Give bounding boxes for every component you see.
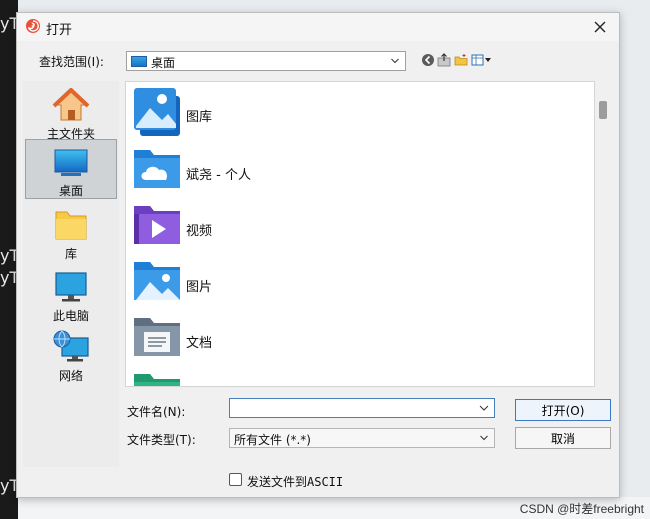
back-icon[interactable]: [421, 53, 435, 67]
desktop-icon: [54, 149, 88, 176]
file-type-label: 文件类型(T):: [127, 433, 196, 447]
file-list-scrollbar[interactable]: [595, 81, 611, 387]
file-item-folder[interactable]: [128, 368, 428, 386]
close-button[interactable]: [589, 17, 611, 37]
file-list[interactable]: 图库 斌尧 - 个人 视频 图片 文档: [125, 81, 595, 387]
app-swirl-icon: [26, 19, 40, 33]
open-button[interactable]: 打开(O): [515, 399, 611, 421]
places-bar: 主文件夹 桌面 库 此电脑 网络: [23, 81, 119, 467]
chevron-down-icon[interactable]: [479, 403, 489, 413]
place-desktop[interactable]: 桌面: [25, 139, 117, 199]
onedrive-folder-icon: [134, 150, 180, 188]
file-name: 视频: [186, 224, 213, 239]
place-libraries[interactable]: 库: [25, 203, 117, 263]
file-item-onedrive[interactable]: 斌尧 - 个人: [128, 144, 428, 196]
file-name: 图片: [186, 280, 213, 295]
dialog-title: 打开: [46, 23, 73, 38]
place-home[interactable]: 主文件夹: [25, 83, 117, 143]
view-menu-icon[interactable]: [471, 53, 493, 67]
cancel-button[interactable]: 取消: [515, 427, 611, 449]
send-ascii-label: 发送文件到ASCII: [247, 475, 344, 489]
up-folder-icon[interactable]: [437, 53, 451, 67]
home-icon: [52, 88, 90, 121]
folder-icon: [134, 374, 180, 386]
documents-folder-icon: [134, 318, 180, 356]
file-item-documents[interactable]: 文档: [128, 312, 428, 364]
file-name-input[interactable]: [229, 398, 495, 418]
place-label: 桌面: [58, 184, 83, 198]
title-bar[interactable]: 打开: [17, 13, 619, 41]
file-item-pictures[interactable]: 图片: [128, 256, 428, 308]
file-name: 斌尧 - 个人: [186, 168, 251, 183]
pictures-folder-icon: [134, 262, 180, 300]
place-this-pc[interactable]: 此电脑: [25, 265, 117, 325]
file-name: 图库: [186, 110, 213, 125]
video-folder-icon: [134, 206, 180, 244]
place-label: 此电脑: [52, 309, 89, 323]
gallery-icon: [134, 88, 180, 136]
place-network[interactable]: 网络: [25, 325, 117, 385]
open-dialog: 打开 查找范围(I): 桌面 主文件夹 桌面 库 此电脑 网络 图库 斌尧 - …: [16, 12, 620, 498]
watermark: CSDN @时差freebright: [519, 502, 644, 516]
look-in-select[interactable]: 桌面: [126, 51, 406, 71]
file-type-select[interactable]: 所有文件 (*.*): [229, 428, 495, 448]
folder-icon: [55, 211, 87, 240]
file-type-value: 所有文件 (*.*): [234, 433, 311, 447]
computer-icon: [55, 272, 87, 302]
desktop-mini-icon: [131, 56, 147, 67]
file-name-label: 文件名(N):: [127, 405, 186, 419]
network-icon: [53, 330, 89, 362]
send-ascii-checkbox[interactable]: [229, 473, 242, 486]
file-item-videos[interactable]: 视频: [128, 200, 428, 252]
file-name: 文档: [186, 336, 213, 351]
place-label: 网络: [58, 369, 83, 383]
chevron-down-icon: [391, 58, 399, 64]
new-folder-icon[interactable]: [454, 53, 468, 67]
scrollbar-thumb[interactable]: [599, 101, 607, 119]
chevron-down-icon: [480, 435, 488, 441]
place-label: 库: [64, 247, 77, 261]
file-item-gallery[interactable]: 图库: [128, 86, 428, 138]
look-in-value: 桌面: [151, 56, 176, 70]
look-in-label: 查找范围(I):: [39, 55, 104, 69]
